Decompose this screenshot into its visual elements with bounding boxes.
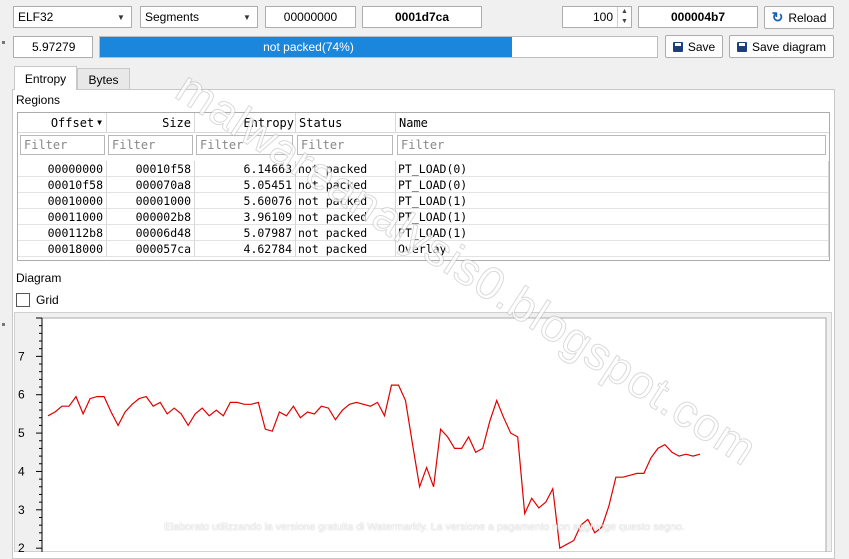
floppy-disk-icon — [736, 41, 747, 52]
y-tick-label: 5 — [18, 426, 25, 440]
cell-status: not packed — [298, 241, 368, 256]
cell-size: 00010f58 — [135, 161, 191, 176]
total-entropy-field: 5.97279 — [13, 36, 93, 58]
checkbox-box[interactable] — [16, 293, 30, 307]
cell-entropy: 5.07987 — [243, 225, 292, 240]
cell-size: 00006d48 — [135, 225, 191, 240]
cell-status: not packed — [298, 161, 368, 176]
cell-entropy: 5.60076 — [243, 193, 292, 208]
tab-entropy[interactable]: Entropy — [14, 66, 77, 90]
chevron-down-icon: ▼ — [243, 12, 251, 22]
cell-status: not packed — [298, 193, 368, 208]
block-count-spinbox[interactable]: 100 ▲ ▼ — [562, 6, 632, 28]
cell-offset: 00010f58 — [47, 177, 103, 192]
spin-down-icon[interactable]: ▼ — [618, 17, 631, 27]
floppy-disk-icon — [672, 41, 683, 52]
y-tick-label: 4 — [18, 464, 25, 478]
mode-select[interactable]: Segments ▼ — [140, 6, 258, 28]
save-label: Save — [687, 39, 716, 54]
block-count-value: 100 — [592, 10, 613, 24]
file-type-select[interactable]: ELF32 ▼ — [13, 6, 132, 28]
cell-name: PT_LOAD(0) — [398, 177, 468, 192]
regions-title: Regions — [16, 93, 61, 107]
mode-value: Segments — [145, 10, 200, 24]
cell-name: PT_LOAD(0) — [398, 161, 468, 176]
tab-bytes[interactable]: Bytes — [77, 68, 130, 90]
cell-status: not packed — [298, 209, 368, 224]
column-header-size[interactable]: Size — [106, 113, 194, 132]
reload-button[interactable]: ↻ Reload — [764, 6, 834, 29]
cell-size: 000070a8 — [135, 177, 191, 192]
cell-size: 000057ca — [135, 241, 191, 256]
filter-input-name[interactable]: Filter — [397, 135, 826, 155]
reload-label: Reload — [788, 10, 827, 25]
table-row[interactable]: 00011000 000002b8 3.96109 not packed PT_LOAD… — [18, 209, 828, 225]
save-diagram-button[interactable]: Save diagram — [729, 35, 834, 58]
entropy-progress-bar: not packed(74%) — [99, 36, 658, 58]
cell-status: not packed — [298, 225, 368, 240]
filter-input-entropy[interactable]: Filter — [196, 135, 293, 155]
cell-entropy: 4.62784 — [243, 241, 292, 256]
column-header-offset[interactable]: Offset ▼ — [18, 113, 106, 132]
table-row[interactable]: 00010000 00001000 5.60076 not packed PT_LOAD… — [18, 193, 828, 209]
spin-up-icon[interactable]: ▲ — [618, 7, 631, 17]
column-header-name[interactable]: Name — [395, 113, 829, 132]
filter-input-size[interactable]: Filter — [108, 135, 193, 155]
cell-size: 000002b8 — [135, 209, 191, 224]
chevron-down-icon: ▼ — [117, 12, 125, 22]
save-button[interactable]: Save — [665, 35, 723, 58]
regions-header: Offset ▼ Size Entropy Status Name — [18, 113, 829, 133]
grid-label: Grid — [36, 293, 59, 307]
plot-area — [41, 317, 827, 552]
cell-offset: 00018000 — [47, 241, 103, 256]
y-tick-label: 2 — [18, 541, 25, 552]
cell-entropy: 3.96109 — [243, 209, 292, 224]
hex-field[interactable]: 000004b7 — [638, 6, 758, 28]
progress-label: not packed(74%) — [263, 40, 354, 54]
cell-name: PT_LOAD(1) — [398, 193, 468, 208]
regions-rows: 00000000 00010f58 6.14663 not packed PT_LOAD… — [18, 161, 829, 257]
y-tick-label: 3 — [18, 503, 25, 517]
table-row[interactable]: 000112b8 00006d48 5.07987 not packed PT_LOAD… — [18, 225, 828, 241]
column-header-status[interactable]: Status — [295, 113, 395, 132]
cell-offset: 00011000 — [47, 209, 103, 224]
filter-input-offset[interactable]: Filter — [20, 135, 105, 155]
reload-icon: ↻ — [771, 9, 784, 25]
diagram-title: Diagram — [16, 271, 62, 285]
grid-checkbox[interactable]: Grid — [16, 293, 59, 307]
filter-row: Filter Filter Filter Filter Filter — [18, 135, 829, 159]
y-tick-label: 7 — [18, 349, 25, 363]
save-diagram-label: Save diagram — [751, 39, 827, 54]
filter-input-status[interactable]: Filter — [297, 135, 393, 155]
sort-down-icon: ▼ — [97, 118, 102, 127]
table-row[interactable]: 00000000 00010f58 6.14663 not packed PT_LOAD… — [18, 161, 828, 177]
cell-name: Overlay — [398, 241, 447, 256]
cell-name: PT_LOAD(1) — [398, 225, 468, 240]
table-row[interactable]: 00010f58 000070a8 5.05451 not packed PT_LOAD… — [18, 177, 828, 193]
regions-table: Offset ▼ Size Entropy Status Name Filter… — [17, 112, 830, 261]
cell-entropy: 6.14663 — [243, 161, 292, 176]
cell-offset: 000112b8 — [47, 225, 103, 240]
entropy-chart: 7 6 5 4 3 2 — [18, 317, 827, 552]
cell-size: 00001000 — [135, 193, 191, 208]
cell-status: not packed — [298, 177, 368, 192]
cell-offset: 00010000 — [47, 193, 103, 208]
offset-field[interactable]: 00000000 — [265, 6, 356, 28]
table-row[interactable]: 00018000 000057ca 4.62784 not packed Overlay — [18, 241, 828, 257]
cell-name: PT_LOAD(1) — [398, 209, 468, 224]
size-field[interactable]: 0001d7ca — [362, 6, 482, 28]
y-tick-label: 6 — [18, 388, 25, 402]
cell-entropy: 5.05451 — [243, 177, 292, 192]
file-type-value: ELF32 — [18, 10, 54, 24]
cell-offset: 00000000 — [47, 161, 103, 176]
column-header-entropy[interactable]: Entropy — [194, 113, 295, 132]
